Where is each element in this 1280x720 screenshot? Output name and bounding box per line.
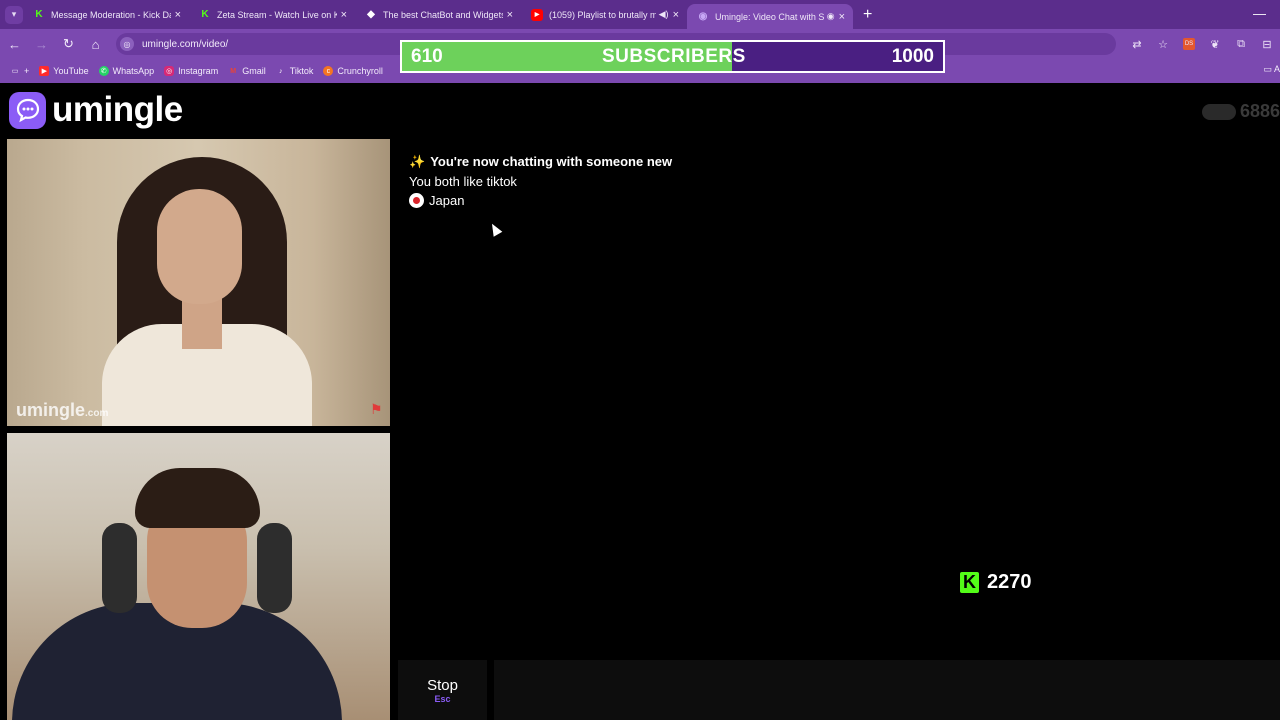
bookmark-star-icon[interactable]: ☆ xyxy=(1150,38,1176,51)
extensions-puzzle-icon[interactable]: ⧉ xyxy=(1228,38,1254,51)
bookmark-instagram[interactable]: ◎ Instagram xyxy=(164,66,218,76)
tab-title: Zeta Stream - Watch Live on Ki xyxy=(217,9,337,20)
stop-label: Stop xyxy=(427,676,458,694)
all-bookmarks[interactable]: ▭ A xyxy=(1263,64,1280,75)
tiktok-icon: ♪ xyxy=(278,67,283,75)
umingle-logo[interactable]: umingle xyxy=(9,90,183,130)
stop-shortcut: Esc xyxy=(434,693,451,704)
stranger-person-face xyxy=(157,189,242,304)
browser-tab[interactable]: K Zeta Stream - Watch Live on Ki × xyxy=(189,0,355,29)
online-toggle[interactable] xyxy=(1201,103,1236,120)
logo-text: umingle xyxy=(52,90,183,129)
watermark-suffix: .com xyxy=(85,408,109,419)
tab-search-icon[interactable]: ▾ xyxy=(5,5,23,24)
headset-icon xyxy=(102,523,137,613)
diamond-icon: ◆ xyxy=(367,9,375,20)
youtube-icon: ▶ xyxy=(531,8,543,21)
subscriber-goal-bar: 610 SUBSCRIBERS 1000 xyxy=(400,40,945,73)
url-text: umingle.com/video/ xyxy=(142,38,229,50)
self-video xyxy=(7,433,390,720)
online-counter: 6886 xyxy=(1201,101,1280,122)
umingle-icon: ◉ xyxy=(698,11,708,22)
translate-icon[interactable]: ⇄ xyxy=(1124,38,1150,51)
sparkle-icon: ✨ xyxy=(409,154,426,169)
kick-icon: K xyxy=(35,9,43,20)
folder-icon: ▭ xyxy=(11,68,19,75)
folder-icon: ▭ xyxy=(1263,64,1274,74)
close-icon[interactable]: × xyxy=(839,11,845,23)
chat-interest: You both like tiktok xyxy=(409,174,517,189)
chat-panel: ✨ You're now chatting with someone new Yo… xyxy=(398,139,1280,656)
bookmark-label: WhatsApp xyxy=(112,66,155,76)
subscriber-current: 610 xyxy=(411,45,443,67)
forward-icon[interactable]: → xyxy=(29,37,54,52)
report-flag-icon[interactable]: ⚑ xyxy=(370,402,384,416)
speaker-icon[interactable]: ◀) xyxy=(659,9,669,20)
bookmark-label: YouTube xyxy=(53,66,89,76)
profile-icon[interactable]: ⊟ xyxy=(1254,38,1280,51)
kick-icon: K xyxy=(201,9,209,20)
watermark-text: umingle xyxy=(16,400,86,420)
gmail-icon: M xyxy=(230,67,237,75)
close-icon[interactable]: × xyxy=(341,9,347,21)
bookmark-crunchyroll[interactable]: c Crunchyroll xyxy=(323,66,383,76)
close-icon[interactable]: × xyxy=(507,9,513,21)
online-count: 6886 xyxy=(1239,101,1280,121)
subscriber-goal: 1000 xyxy=(891,45,934,67)
bookmark-tiktok[interactable]: ♪ Tiktok xyxy=(276,66,314,76)
bookmark-youtube[interactable]: ▶ YouTube xyxy=(39,66,89,76)
recording-icon: ◉ xyxy=(826,11,835,21)
crunchyroll-icon: c xyxy=(323,66,334,76)
message-input[interactable] xyxy=(494,660,1280,720)
stranger-video: umingle.com ⚑ xyxy=(7,139,390,426)
self-person-hair xyxy=(135,468,260,528)
bookmark-label: Gmail xyxy=(242,66,266,76)
home-icon[interactable]: ⌂ xyxy=(83,37,108,52)
chat-country: Japan xyxy=(409,193,464,208)
kick-count: 2270 xyxy=(987,571,1032,593)
kick-follower-counter: K 2270 xyxy=(960,571,1032,594)
japan-flag-icon xyxy=(409,193,424,208)
stop-button[interactable]: Stop Esc xyxy=(398,660,487,720)
toolbar-icons: ⇄ ☆ DS ❦ ⧉ ⊟ xyxy=(1124,29,1280,59)
bookmark-whatsapp[interactable]: ✆ WhatsApp xyxy=(98,66,155,76)
new-tab-icon[interactable]: + xyxy=(863,6,872,24)
tab-title: Umingle: Video Chat with S xyxy=(715,11,824,22)
back-icon[interactable]: ← xyxy=(2,37,27,52)
kick-icon: K xyxy=(960,572,979,593)
chat-bubble-icon xyxy=(9,91,46,129)
headset-icon xyxy=(257,523,292,613)
whatsapp-icon: ✆ xyxy=(98,66,109,76)
bookmark-label: Crunchyroll xyxy=(337,66,383,76)
bookmark-folder-icon[interactable]: ▭ + xyxy=(10,66,30,76)
umingle-watermark: umingle.com xyxy=(16,400,108,421)
reload-icon[interactable]: ↻ xyxy=(56,36,81,52)
browser-tab-active[interactable]: ◉ Umingle: Video Chat with S ◉ × xyxy=(687,4,853,29)
all-bookmarks-label: A xyxy=(1273,64,1280,74)
close-icon[interactable]: × xyxy=(673,9,679,21)
browser-tab[interactable]: ▶ (1059) Playlist to brutally m ◀) × xyxy=(521,0,687,29)
chat-intro: ✨ You're now chatting with someone new xyxy=(409,154,672,170)
browser-tab[interactable]: K Message Moderation - Kick Da × xyxy=(23,0,189,29)
browser-tab[interactable]: ◆ The best ChatBot and Widgets × xyxy=(355,0,521,29)
extension-leaf-icon[interactable]: ❦ xyxy=(1202,38,1228,51)
instagram-icon: ◎ xyxy=(164,66,175,76)
bookmark-label: Instagram xyxy=(178,66,219,76)
tab-title: Message Moderation - Kick Da xyxy=(51,9,171,20)
site-info-icon[interactable]: ◎ xyxy=(120,37,134,51)
mouse-cursor-icon xyxy=(487,221,503,237)
minimize-icon[interactable]: — xyxy=(1253,6,1266,21)
browser-tab-bar: ▾ K Message Moderation - Kick Da × K Zet… xyxy=(0,0,1280,29)
youtube-icon: ▶ xyxy=(39,66,50,76)
bookmark-label: Tiktok xyxy=(289,66,314,76)
close-icon[interactable]: × xyxy=(175,9,181,21)
tab-title: The best ChatBot and Widgets xyxy=(383,9,503,20)
extension-icon[interactable]: DS xyxy=(1183,38,1195,50)
chat-intro-text: You're now chatting with someone new xyxy=(430,154,673,169)
tab-title: (1059) Playlist to brutally m xyxy=(549,9,656,20)
subscriber-label: SUBSCRIBERS xyxy=(602,45,746,67)
country-name: Japan xyxy=(429,193,465,208)
bookmark-gmail[interactable]: M Gmail xyxy=(228,66,266,76)
